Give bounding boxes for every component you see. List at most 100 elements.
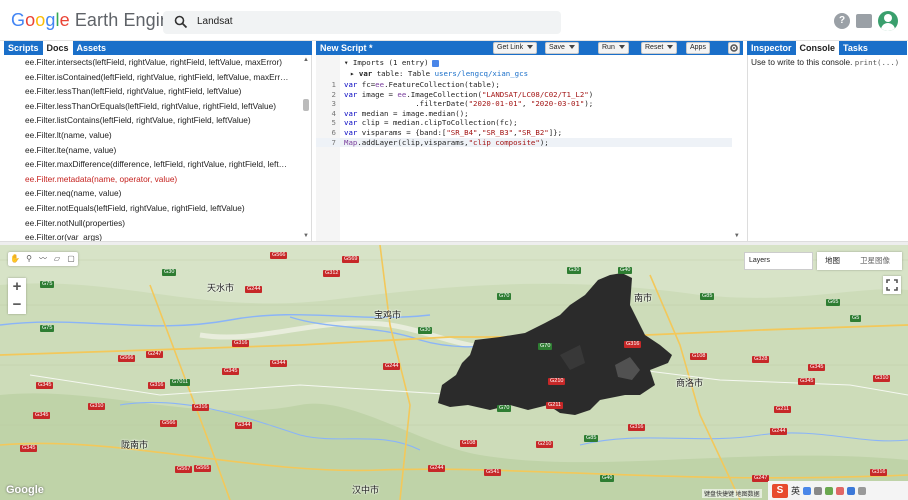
scroll-down-icon[interactable]: ▼ (303, 233, 309, 239)
tab-assets[interactable]: Assets (73, 41, 111, 55)
fullscreen-icon (886, 279, 898, 291)
get-link-label: Get Link (497, 44, 524, 51)
get-link-button[interactable]: Get Link (493, 42, 538, 54)
fullscreen-button[interactable] (883, 276, 901, 294)
chevron-down-icon (527, 45, 534, 50)
search-box[interactable]: Landsat (163, 11, 561, 34)
reset-button[interactable]: Reset (641, 42, 678, 54)
doc-item[interactable]: ee.Filter.lt(name, value) (25, 130, 293, 144)
pan-hand-icon[interactable]: ✋ (10, 254, 20, 264)
marker-icon[interactable]: ⚲ (24, 254, 34, 264)
national-road-shield: G344 (235, 422, 253, 429)
city-label: 商洛市 (676, 378, 704, 388)
chevron-down-icon (568, 45, 575, 50)
national-road-shield: G244 (428, 465, 446, 472)
doc-item[interactable]: ee.Filter.metadata(name, operator, value… (25, 174, 293, 188)
editor-scrollbar[interactable]: ▼ (733, 55, 743, 241)
run-button[interactable]: Run (598, 42, 629, 54)
apps-label: Apps (690, 44, 706, 51)
national-road-shield: G247 (752, 475, 770, 482)
imports-badge-icon[interactable] (431, 59, 439, 67)
earth-engine-logo[interactable]: Google Earth Engine (11, 10, 180, 31)
ime-logo-icon[interactable]: S (772, 483, 788, 498)
map-view[interactable]: ✋ ⚲ 〰 ▱ ▢ + − Layers 地图 卫星图像 天水市 宝鸡市 南市 商洛市… (0, 245, 908, 500)
import-path: users/lengcq/xian_gcs (434, 69, 529, 78)
map-type-map[interactable]: 地图 (817, 252, 848, 270)
doc-item[interactable]: ee.Filter.notNull(properties) (25, 218, 293, 232)
highway-shield: G30 (567, 267, 582, 274)
keyboard-icon[interactable] (825, 486, 834, 495)
top-icons: ? (834, 11, 898, 31)
tray-icon[interactable] (847, 486, 856, 495)
map-base (0, 245, 908, 500)
doc-item[interactable]: ee.Filter.isContained(leftField, rightVa… (25, 72, 293, 86)
tray-icon[interactable] (858, 486, 867, 495)
tab-inspector[interactable]: Inspector (747, 41, 796, 55)
doc-item[interactable]: ee.Filter.maxDifference(difference, left… (25, 159, 293, 173)
national-road-shield: G310 (873, 375, 891, 382)
code-line[interactable]: 4 var median = image.median(); (316, 109, 732, 118)
rectangle-icon[interactable]: ▢ (66, 254, 76, 264)
national-road-shield: G316 (624, 341, 642, 348)
line-number: 6 (331, 128, 336, 137)
code-line[interactable]: 5 var clip = median.clipToCollection(fc); (316, 118, 732, 127)
save-button[interactable]: Save (545, 42, 579, 54)
feedback-icon[interactable] (856, 14, 872, 28)
code-editor[interactable]: ▾ Imports (1 entry) ▸ var table: Table u… (316, 55, 743, 241)
polygon-icon[interactable]: ▱ (52, 254, 62, 264)
ime-mode[interactable]: 英 (791, 484, 800, 497)
zoom-out-button[interactable]: − (8, 296, 26, 314)
code-text: var median = image.median(); (344, 108, 469, 118)
national-road-shield: G566 (160, 420, 178, 427)
highway-shield: G30 (418, 327, 433, 334)
imports-header-text: Imports (1 entry) (352, 58, 429, 67)
tab-tasks[interactable]: Tasks (839, 41, 872, 55)
import-entry[interactable]: ▸ var table: Table users/lengcq/xian_gcs (350, 69, 528, 78)
doc-item[interactable]: ee.Filter.intersects(leftField, rightVal… (25, 57, 293, 71)
city-label: 南市 (634, 293, 653, 303)
zoom-in-button[interactable]: + (8, 278, 26, 296)
code-line[interactable]: 6 var visparams = {band:["SR_B4","SR_B3",… (316, 128, 732, 137)
apps-button[interactable]: Apps (686, 42, 710, 54)
doc-item[interactable]: ee.Filter.neq(name, value) (25, 188, 293, 202)
code-line[interactable]: 7 Map.addLayer(clip,visparams,"clip compo… (316, 137, 732, 147)
docs-scrollbar[interactable]: ▲ ▼ (301, 55, 311, 241)
national-road-shield: G316 (628, 424, 646, 431)
doc-item[interactable]: ee.Filter.lte(name, value) (25, 145, 293, 159)
doc-item[interactable]: ee.Filter.or(var_args) (25, 232, 293, 241)
doc-item[interactable]: ee.Filter.listContains(leftField, rightV… (25, 115, 293, 129)
doc-item[interactable]: ee.Filter.lessThan(leftField, rightValue… (25, 86, 293, 100)
national-road-shield: G247 (146, 351, 164, 358)
layers-control[interactable]: Layers (744, 252, 813, 270)
tray-icon[interactable] (803, 486, 812, 495)
highway-shield: G70 (497, 405, 512, 412)
doc-item[interactable]: ee.Filter.lessThanOrEquals(leftField, ri… (25, 101, 293, 115)
help-icon[interactable]: ? (834, 13, 850, 29)
avatar[interactable] (878, 11, 898, 31)
gear-icon[interactable] (728, 42, 740, 54)
scroll-up-icon[interactable]: ▲ (303, 57, 309, 63)
code-line[interactable]: 3 .filterDate("2020-01-01", "2020-03-01"… (316, 99, 732, 108)
tray-icon[interactable] (836, 486, 845, 495)
national-road-shield: G328 (752, 356, 770, 363)
national-road-shield: G211 (546, 402, 564, 409)
import-type: Table (407, 69, 431, 78)
code-line[interactable]: 1 var fc=ee.FeatureCollection(table); (316, 80, 732, 89)
imports-header[interactable]: ▾ Imports (1 entry) (344, 58, 439, 67)
docs-panel: ee.Filter.intersects(leftField, rightVal… (4, 55, 312, 241)
microphone-icon[interactable] (814, 486, 823, 495)
scroll-down-icon[interactable]: ▼ (735, 232, 739, 239)
map-type-satellite[interactable]: 卫星图像 (848, 252, 902, 270)
doc-item[interactable]: ee.Filter.notEquals(leftField, rightValu… (25, 203, 293, 217)
tab-docs[interactable]: Docs (42, 41, 73, 55)
line-icon[interactable]: 〰 (38, 254, 48, 264)
code-line[interactable]: 2 var image = ee.ImageCollection("LANDSAT… (316, 90, 732, 99)
map-attribution[interactable]: 键盘快捷键 地图数据 (702, 489, 762, 498)
scroll-thumb[interactable] (303, 99, 309, 111)
national-road-shield: G211 (774, 406, 792, 413)
code-text: var visparams = {band:["SR_B4","SR_B3","… (344, 128, 563, 137)
tab-console[interactable]: Console (795, 41, 840, 55)
search-input[interactable]: Landsat (197, 16, 233, 27)
national-road-shield: G566 (270, 252, 288, 259)
tab-scripts[interactable]: Scripts (4, 41, 43, 55)
